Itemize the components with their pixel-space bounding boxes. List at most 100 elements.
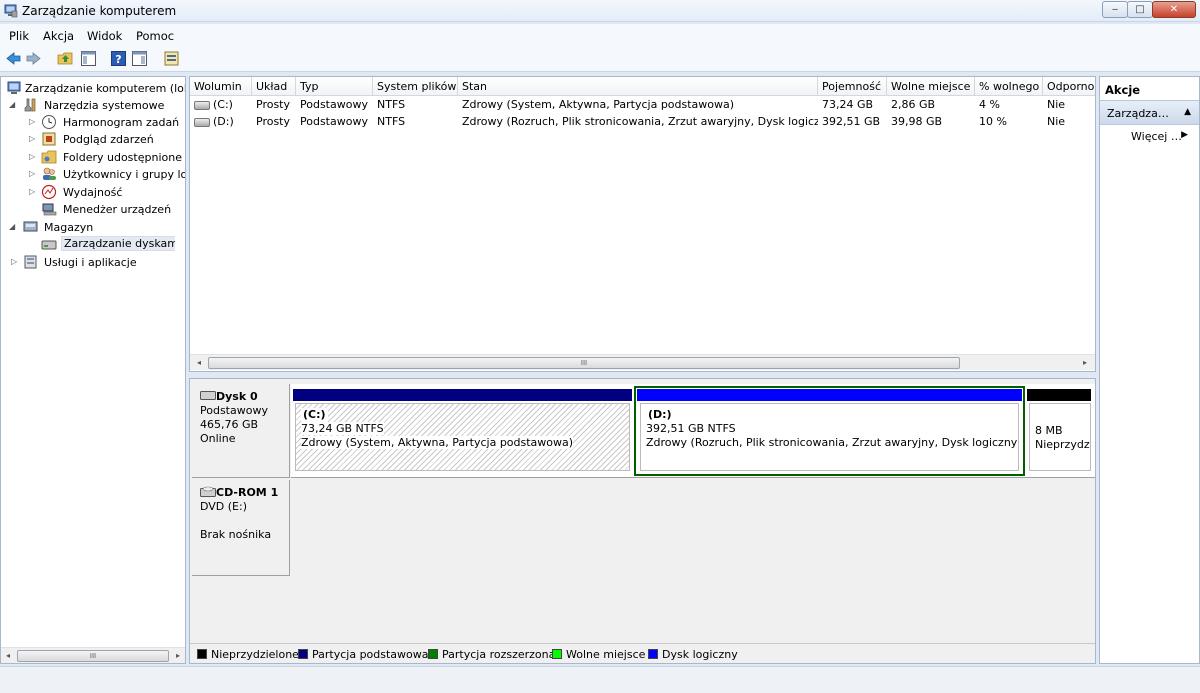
menu-action[interactable]: Akcja <box>43 29 74 43</box>
collapsed-arrow-icon[interactable]: ▷ <box>29 134 38 143</box>
cd-drive-icon <box>200 486 216 497</box>
collapse-arrow-icon[interactable]: ▲ <box>1184 107 1191 117</box>
cell-capacity: 73,24 GB <box>822 98 874 111</box>
tree-item-shared-folders[interactable]: ▷ Foldery udostępnione <box>3 149 185 166</box>
services-icon <box>24 255 37 269</box>
cell-file-system: NTFS <box>377 98 406 111</box>
partition-c-body: (C:) 73,24 GB NTFS Zdrowy (System, Aktyw… <box>295 403 630 471</box>
disk-0-label[interactable]: Dysk 0 Podstawowy 465,76 GB Online <box>192 384 290 478</box>
device-manager-icon <box>42 203 57 216</box>
tree-item-computer-management[interactable]: Zarządzanie komputerem (lokalne) <box>3 80 185 97</box>
clock-icon <box>42 115 56 129</box>
partition-d-body: (D:) 392,51 GB NTFS Zdrowy (Rozruch, Pli… <box>640 403 1019 471</box>
expanded-arrow-icon[interactable]: ◢ <box>9 100 18 109</box>
cdrom-1-area <box>291 480 1095 576</box>
collapsed-arrow-icon[interactable]: ▷ <box>29 117 38 126</box>
legend-primary-partition: Partycja podstawowa <box>298 648 429 661</box>
tree-item-task-scheduler[interactable]: ▷ Harmonogram zadań <box>3 114 185 131</box>
tree-item-services-apps[interactable]: ▷ Usługi i aplikacje <box>3 254 185 271</box>
status-bar <box>0 666 1200 693</box>
maximize-button[interactable]: □ <box>1127 1 1153 18</box>
tree-item-performance[interactable]: ▷ Wydajność <box>3 184 185 201</box>
scrollbar-thumb[interactable]: III <box>17 650 169 662</box>
column-header-percent-free[interactable]: % wolnego <box>975 77 1043 96</box>
partition-d-status: Zdrowy (Rozruch, Plik stronicowania, Zrz… <box>646 436 1019 449</box>
back-arrow-icon[interactable] <box>5 50 22 67</box>
volume-list-horizontal-scrollbar[interactable]: ◂ III ▸ <box>190 354 1095 370</box>
legend-swatch <box>428 649 438 659</box>
tree-item-event-viewer[interactable]: ▷ Podgląd zdarzeń <box>3 131 185 148</box>
more-actions-link[interactable]: Więcej akcji <box>1131 130 1182 143</box>
collapsed-arrow-icon[interactable]: ▷ <box>29 152 38 161</box>
scroll-right-arrow-icon[interactable]: ▸ <box>1080 358 1090 367</box>
action-pane-icon[interactable] <box>131 50 148 67</box>
column-header-file-system[interactable]: System plików <box>373 77 458 96</box>
disk-management-icon <box>41 240 57 250</box>
cell-layout: Prosty <box>256 98 291 111</box>
drive-icon <box>194 100 210 110</box>
tree-label: Magazyn <box>44 221 94 234</box>
column-header-type[interactable]: Typ <box>296 77 373 96</box>
actions-section-disk-management[interactable]: Zarządzanie dyskami ▲ <box>1100 100 1199 125</box>
unallocated-status: Nieprzydzielone <box>1035 438 1090 451</box>
tree-item-local-users[interactable]: ▷ Użytkownicy i grupy lokalne <box>3 166 185 183</box>
cdrom-1-drive: DVD (E:) <box>200 500 248 513</box>
submenu-arrow-icon: ▶ <box>1181 130 1188 140</box>
actions-title: Akcje <box>1105 83 1141 97</box>
cell-free-space: 39,98 GB <box>891 115 943 128</box>
scroll-right-arrow-icon[interactable]: ▸ <box>173 651 183 660</box>
tree-horizontal-scrollbar[interactable]: ◂ III ▸ <box>1 647 185 663</box>
scroll-left-arrow-icon[interactable]: ◂ <box>3 651 13 660</box>
tree-label: Wydajność <box>63 186 123 199</box>
cdrom-1-status: Brak nośnika <box>200 528 272 541</box>
legend-logical-drive: Dysk logiczny <box>648 648 738 661</box>
help-icon[interactable]: ? <box>110 50 127 67</box>
forward-arrow-icon[interactable] <box>25 50 42 67</box>
table-row[interactable]: (D:) <box>190 115 252 128</box>
menu-help[interactable]: Pomoc <box>136 29 174 43</box>
column-header-free-space[interactable]: Wolne miejsce <box>887 77 975 96</box>
tree-item-storage[interactable]: ◢ Magazyn <box>3 219 185 236</box>
collapsed-arrow-icon[interactable]: ▷ <box>29 187 38 196</box>
scrollbar-thumb[interactable]: III <box>208 357 960 369</box>
disk-0-partitions: (C:) 73,24 GB NTFS Zdrowy (System, Aktyw… <box>291 384 1095 478</box>
column-header-layout[interactable]: Układ <box>252 77 296 96</box>
unallocated-size: 8 MB <box>1035 424 1063 437</box>
tree-label: Usługi i aplikacje <box>44 256 137 269</box>
tree-item-disk-management[interactable]: Zarządzanie dyskami <box>3 236 175 253</box>
column-header-volume[interactable]: Wolumin <box>190 77 252 96</box>
column-header-status[interactable]: Stan <box>458 77 818 96</box>
cdrom-1-label[interactable]: CD-ROM 1 DVD (E:) Brak nośnika <box>192 480 290 576</box>
tree-item-system-tools[interactable]: ◢ Narzędzia systemowe <box>3 97 185 114</box>
shared-folder-icon <box>41 150 57 164</box>
menu-file[interactable]: Plik <box>9 29 29 43</box>
cell-volume: (D:) <box>213 115 234 128</box>
cdrom-1-name: CD-ROM 1 <box>216 486 279 499</box>
scroll-left-arrow-icon[interactable]: ◂ <box>194 358 204 367</box>
tree-item-device-manager[interactable]: Menedżer urządzeń <box>3 201 185 218</box>
window-title: Zarządzanie komputerem <box>22 4 177 18</box>
up-folder-icon[interactable] <box>57 50 74 67</box>
show-hide-tree-icon[interactable] <box>80 50 97 67</box>
hard-disk-icon <box>200 391 216 400</box>
table-row[interactable]: (C:) <box>190 98 252 111</box>
column-header-capacity[interactable]: Pojemność <box>818 77 887 96</box>
collapsed-arrow-icon[interactable]: ▷ <box>29 169 38 178</box>
cell-file-system: NTFS <box>377 115 406 128</box>
column-header-fault-tolerance[interactable]: Odporność <box>1043 77 1095 96</box>
disk-legend: Nieprzydzielone Partycja podstawowa Part… <box>190 643 1095 663</box>
menu-view[interactable]: Widok <box>87 29 122 43</box>
expanded-arrow-icon[interactable]: ◢ <box>9 222 18 231</box>
close-button[interactable]: ✕ <box>1152 1 1196 18</box>
toolbar: ? <box>0 46 1200 72</box>
collapsed-arrow-icon[interactable]: ▷ <box>11 257 20 266</box>
unallocated-body: 8 MB Nieprzydzielone <box>1029 403 1091 471</box>
partition-d-name: (D:) <box>648 408 672 421</box>
unallocated-bar <box>1027 389 1091 401</box>
users-icon <box>43 167 56 180</box>
minimize-button[interactable]: ‒ <box>1102 1 1128 18</box>
properties-icon[interactable] <box>163 50 180 67</box>
cell-layout: Prosty <box>256 115 291 128</box>
cell-status: Zdrowy (Rozruch, Plik stronicowania, Zrz… <box>462 115 818 128</box>
tree-label: Zarządzanie dyskami <box>61 236 175 251</box>
